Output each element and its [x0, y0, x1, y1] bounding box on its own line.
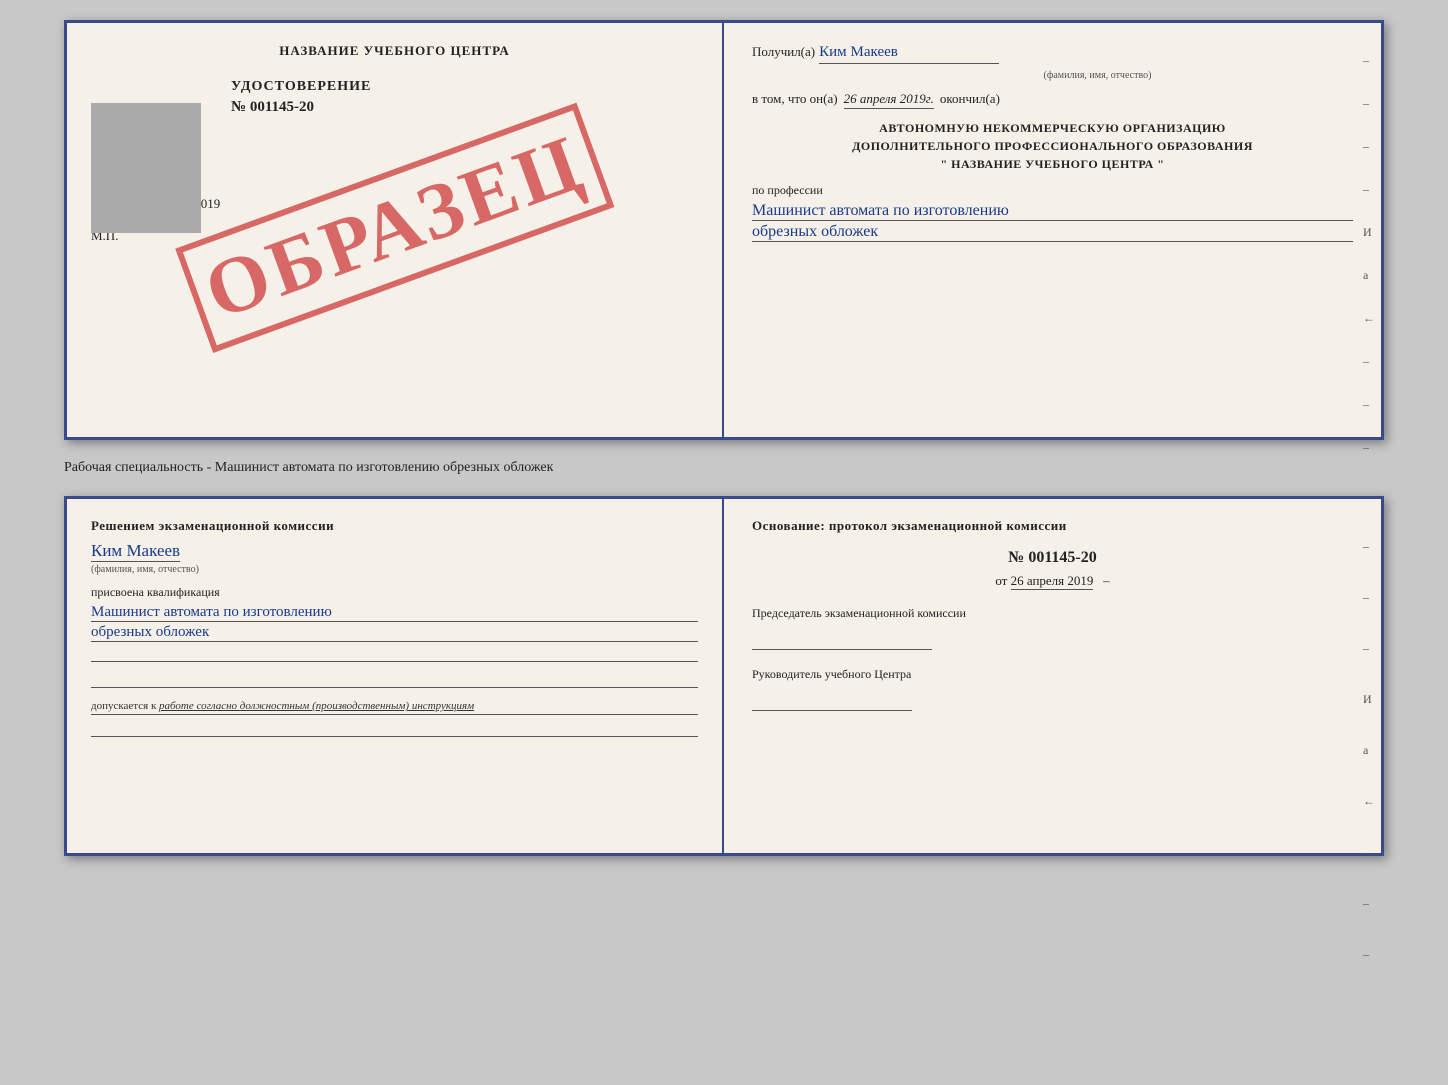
poluchil-label: Получил(а) — [752, 44, 815, 60]
blank-line-3 — [91, 719, 698, 737]
dopusk-italic: работе согласно должностным (производств… — [159, 700, 474, 712]
annotation-text: Рабочая специальность - Машинист автомат… — [64, 456, 1384, 480]
d2-name: Ким Макеев — [91, 541, 180, 562]
prof-value1: Машинист автомата по изготовлению — [752, 202, 1353, 221]
d2r-date: от 26 апреля 2019 – — [752, 573, 1353, 589]
poluchil-line: Получил(а) Ким Макеев — [752, 43, 1353, 64]
org-line3: " НАЗВАНИЕ УЧЕБНОГО ЦЕНТРА " — [752, 155, 1353, 173]
prof-value2: обрезных обложек — [752, 223, 1353, 242]
side-dashes: ––––Иа←––– — [1363, 53, 1375, 455]
ot-label: от — [995, 573, 1007, 588]
d2-name-sub: (фамилия, имя, отчество) — [91, 564, 698, 575]
ot-date: 26 апреля 2019 — [1011, 573, 1094, 590]
blank-line-1 — [91, 644, 698, 662]
chairman-sign-line — [752, 628, 932, 650]
side-dashes2: –––Иа←––– — [1363, 539, 1375, 962]
doc2-left-side: Решением экзаменационной комиссии Ким Ма… — [67, 499, 724, 853]
prisvoena-label: присвоена квалификация — [91, 585, 698, 600]
cert-center-content: УДОСТОВЕРЕНИЕ № 001145-20 — [231, 79, 698, 116]
cert-right-side: Получил(а) Ким Макеев (фамилия, имя, отч… — [724, 23, 1381, 437]
ruk-label: Руководитель учебного Центра — [752, 666, 1353, 683]
blank-line-2 — [91, 670, 698, 688]
kval-value2: обрезных обложек — [91, 624, 698, 642]
org-line1: АВТОНОМНУЮ НЕКОММЕРЧЕСКУЮ ОРГАНИЗАЦИЮ — [752, 119, 1353, 137]
cert-left-side: НАЗВАНИЕ УЧЕБНОГО ЦЕНТРА УДОСТОВЕРЕНИЕ №… — [67, 23, 724, 437]
osnov-heading: Основание: протокол экзаменационной коми… — [752, 517, 1353, 535]
certificate-document-2: Решением экзаменационной комиссии Ким Ма… — [64, 496, 1384, 856]
cert-school-title: НАЗВАНИЕ УЧЕБНОГО ЦЕНТРА — [91, 43, 698, 59]
d2r-number: № 001145-20 — [752, 549, 1353, 567]
kval-value1: Машинист автомата по изготовлению — [91, 604, 698, 622]
vtom-line: в том, что он(а) 26 апреля 2019г. окончи… — [752, 91, 1353, 109]
photo-placeholder — [91, 103, 201, 233]
cert-number: № 001145-20 — [231, 99, 698, 116]
okonchil-label: окончил(а) — [940, 91, 1000, 107]
prof-label: по профессии — [752, 183, 1353, 198]
org-line2: ДОПОЛНИТЕЛЬНОГО ПРОФЕССИОНАЛЬНОГО ОБРАЗО… — [752, 137, 1353, 155]
chairman-label: Председатель экзаменационной комиссии — [752, 605, 1353, 622]
certificate-document-1: НАЗВАНИЕ УЧЕБНОГО ЦЕНТРА УДОСТОВЕРЕНИЕ №… — [64, 20, 1384, 440]
poluchil-sub: (фамилия, имя, отчество) — [842, 70, 1353, 81]
vtom-date: 26 апреля 2019г. — [844, 91, 934, 109]
dopusk-text: допускается к работе согласно должностны… — [91, 700, 698, 715]
poluchil-name: Ким Макеев — [819, 43, 999, 64]
org-block: АВТОНОМНУЮ НЕКОММЕРЧЕСКУЮ ОРГАНИЗАЦИЮ ДО… — [752, 119, 1353, 173]
dopusk-prefix: допускается к — [91, 700, 156, 712]
ruk-sign-line — [752, 689, 912, 711]
doc2-right-side: Основание: протокол экзаменационной коми… — [724, 499, 1381, 853]
vtom-section: в том, что он(а) 26 апреля 2019г. окончи… — [752, 91, 1353, 109]
cert-udost-label: УДОСТОВЕРЕНИЕ — [231, 79, 698, 95]
resheniem-heading: Решением экзаменационной комиссии — [91, 517, 698, 535]
vtom-label: в том, что он(а) — [752, 91, 838, 107]
